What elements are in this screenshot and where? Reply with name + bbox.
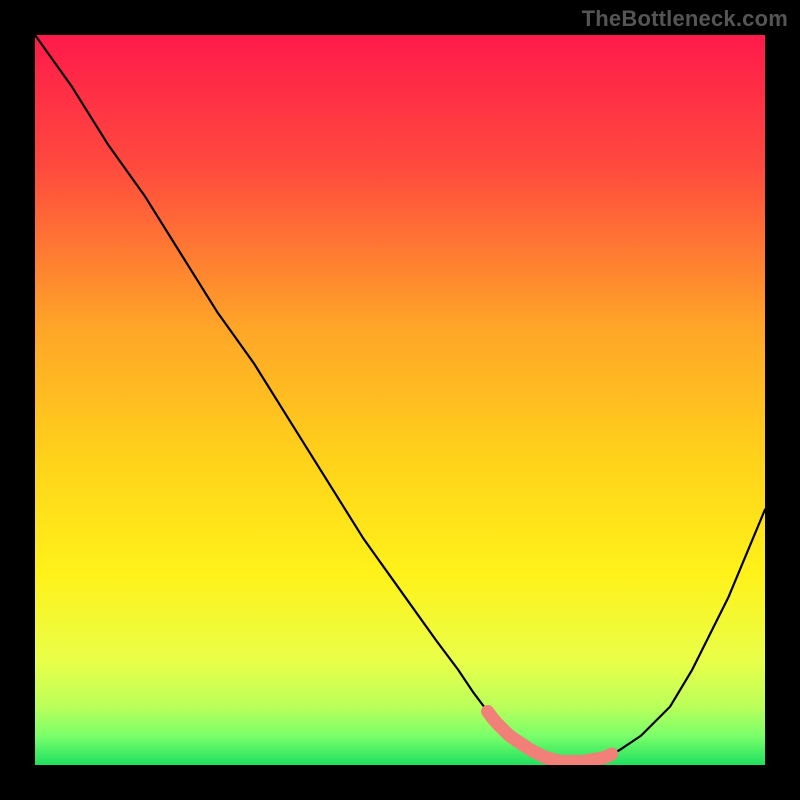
attribution-label: TheBottleneck.com [582,6,788,32]
gradient-background [35,35,765,765]
bottleneck-chart [35,35,765,765]
plot-area [35,35,765,765]
chart-frame: TheBottleneck.com [0,0,800,800]
